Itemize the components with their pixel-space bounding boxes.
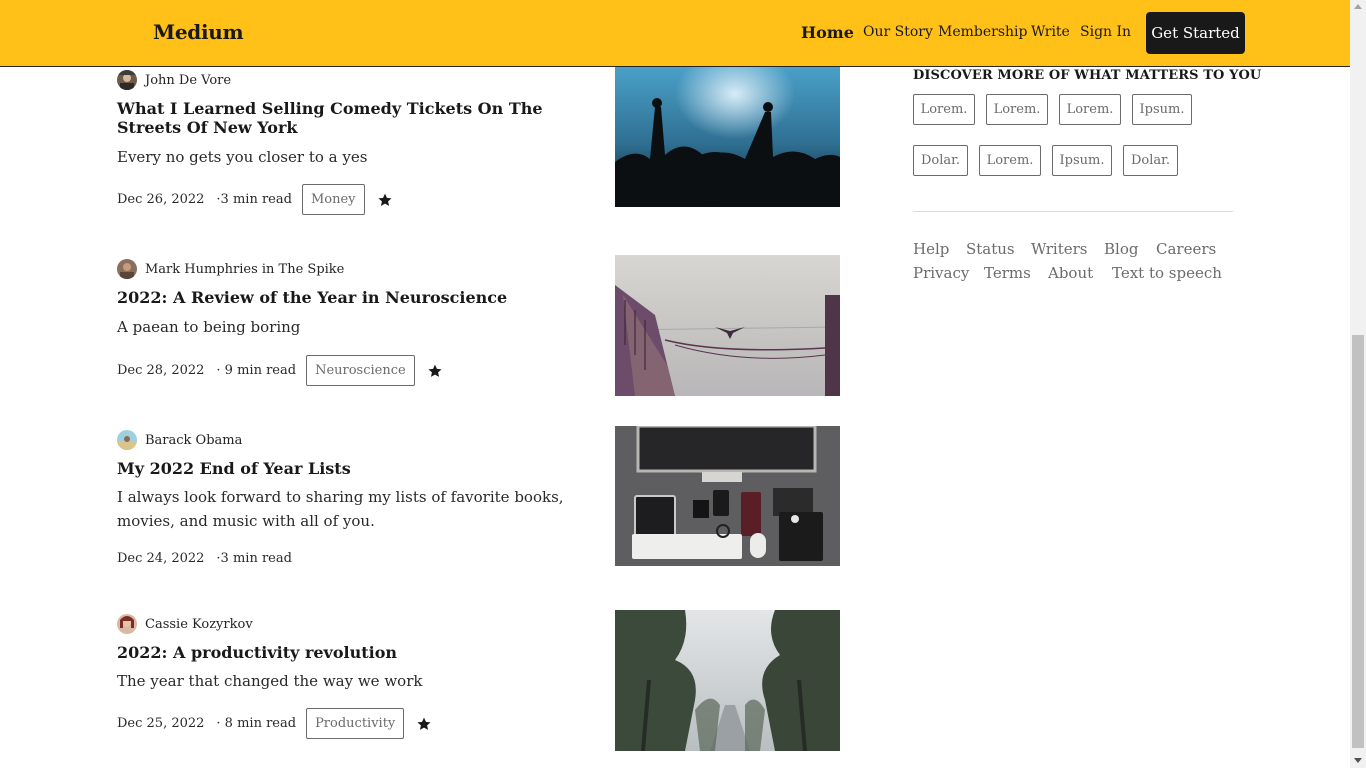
article-thumbnail[interactable] <box>615 255 840 396</box>
publish-date: Dec 24, 2022 <box>117 551 205 566</box>
article-meta: Dec 26, 2022 ·3 min read Money <box>117 184 393 215</box>
nav-home[interactable]: Home <box>801 23 854 42</box>
article-meta: Dec 25, 2022 · 8 min read Productivity <box>117 708 432 739</box>
publish-date: Dec 28, 2022 <box>117 363 205 378</box>
nav-our-story[interactable]: Our Story <box>863 24 933 40</box>
author-avatar <box>117 614 137 634</box>
topic-tag[interactable]: Neuroscience <box>306 355 415 386</box>
star-icon[interactable] <box>377 192 393 208</box>
topic-chip[interactable]: Lorem. <box>1059 94 1121 125</box>
article-subtitle: The year that changed the way we work <box>117 672 423 690</box>
publish-date: Dec 26, 2022 <box>117 192 205 207</box>
article-thumbnail[interactable] <box>615 426 840 566</box>
author-name[interactable]: Mark Humphries in The Spike <box>145 262 344 277</box>
medium-logo[interactable]: Medium <box>153 20 244 44</box>
author-avatar <box>117 430 137 450</box>
footer-link-blog[interactable]: Blog <box>1104 240 1138 258</box>
article-subtitle: I always look forward to sharing my list… <box>117 488 564 530</box>
discover-heading: DISCOVER MORE OF WHAT MATTERS TO YOU <box>913 68 1262 83</box>
get-started-button[interactable]: Get Started <box>1146 12 1245 54</box>
article-subtitle: A paean to being boring <box>117 318 301 336</box>
article-card[interactable]: Mark Humphries in The Spike 2022: A Revi… <box>117 255 840 397</box>
footer-link-help[interactable]: Help <box>913 240 949 258</box>
article-title[interactable]: What I Learned Selling Comedy Tickets On… <box>117 99 597 137</box>
nav-membership[interactable]: Membership <box>938 24 1027 40</box>
topic-chip[interactable]: Lorem. <box>979 145 1041 176</box>
article-meta: Dec 28, 2022 · 9 min read Neuroscience <box>117 355 443 386</box>
topic-chip[interactable]: Lorem. <box>913 94 975 125</box>
author-row: Barack Obama <box>117 430 242 450</box>
read-time: ·3 min read <box>216 192 292 207</box>
article-title[interactable]: 2022: A productivity revolution <box>117 643 597 662</box>
star-icon[interactable] <box>427 363 443 379</box>
author-name[interactable]: John De Vore <box>145 73 231 88</box>
star-icon[interactable] <box>416 716 432 732</box>
author-row: Mark Humphries in The Spike <box>117 259 344 279</box>
read-time: · 8 min read <box>216 716 297 731</box>
article-card[interactable]: Barack Obama My 2022 End of Year Lists I… <box>117 426 840 568</box>
article-card[interactable]: John De Vore What I Learned Selling Come… <box>117 67 840 215</box>
article-title[interactable]: My 2022 End of Year Lists <box>117 459 597 478</box>
article-subtitle: Every no gets you closer to a yes <box>117 148 368 166</box>
top-navigation-bar: Medium Home Our Story Membership Write S… <box>0 0 1350 67</box>
article-card[interactable]: Cassie Kozyrkov 2022: A productivity rev… <box>117 610 840 752</box>
footer-link-writers[interactable]: Writers <box>1031 240 1087 258</box>
scroll-up-arrow-icon[interactable] <box>1354 4 1362 9</box>
scroll-down-arrow-icon[interactable] <box>1354 758 1362 763</box>
article-title[interactable]: 2022: A Review of the Year in Neuroscien… <box>117 288 597 307</box>
nav-sign-in[interactable]: Sign In <box>1080 24 1131 40</box>
vertical-scrollbar[interactable] <box>1350 0 1366 768</box>
author-row: Cassie Kozyrkov <box>117 614 253 634</box>
read-time: ·3 min read <box>216 551 292 566</box>
topic-chip[interactable]: Dolar. <box>1123 145 1178 176</box>
read-time: · 9 min read <box>216 363 297 378</box>
article-thumbnail[interactable] <box>615 610 840 751</box>
topic-chip[interactable]: Ipsum. <box>1132 94 1192 125</box>
nav-write[interactable]: Write <box>1031 24 1070 40</box>
topic-tag[interactable]: Money <box>301 184 365 215</box>
author-name[interactable]: Cassie Kozyrkov <box>145 617 253 632</box>
publish-date: Dec 25, 2022 <box>117 716 205 731</box>
topic-tag[interactable]: Productivity <box>306 708 405 739</box>
topic-chip[interactable]: Dolar. <box>913 145 968 176</box>
article-thumbnail[interactable] <box>615 67 840 207</box>
sidebar-divider <box>913 211 1233 212</box>
author-row: John De Vore <box>117 70 231 90</box>
footer-link-privacy[interactable]: Privacy <box>913 264 969 282</box>
topic-chip[interactable]: Lorem. <box>986 94 1048 125</box>
topic-chip[interactable]: Ipsum. <box>1052 145 1112 176</box>
footer-link-status[interactable]: Status <box>966 240 1015 258</box>
footer-link-careers[interactable]: Careers <box>1156 240 1216 258</box>
footer-link-text-to-speech[interactable]: Text to speech <box>1112 264 1222 282</box>
author-avatar <box>117 259 137 279</box>
author-avatar <box>117 70 137 90</box>
author-name[interactable]: Barack Obama <box>145 433 242 448</box>
scrollbar-thumb[interactable] <box>1352 335 1364 748</box>
footer-link-about[interactable]: About <box>1048 264 1093 282</box>
article-meta: Dec 24, 2022 ·3 min read <box>117 551 302 566</box>
footer-link-terms[interactable]: Terms <box>984 264 1031 282</box>
